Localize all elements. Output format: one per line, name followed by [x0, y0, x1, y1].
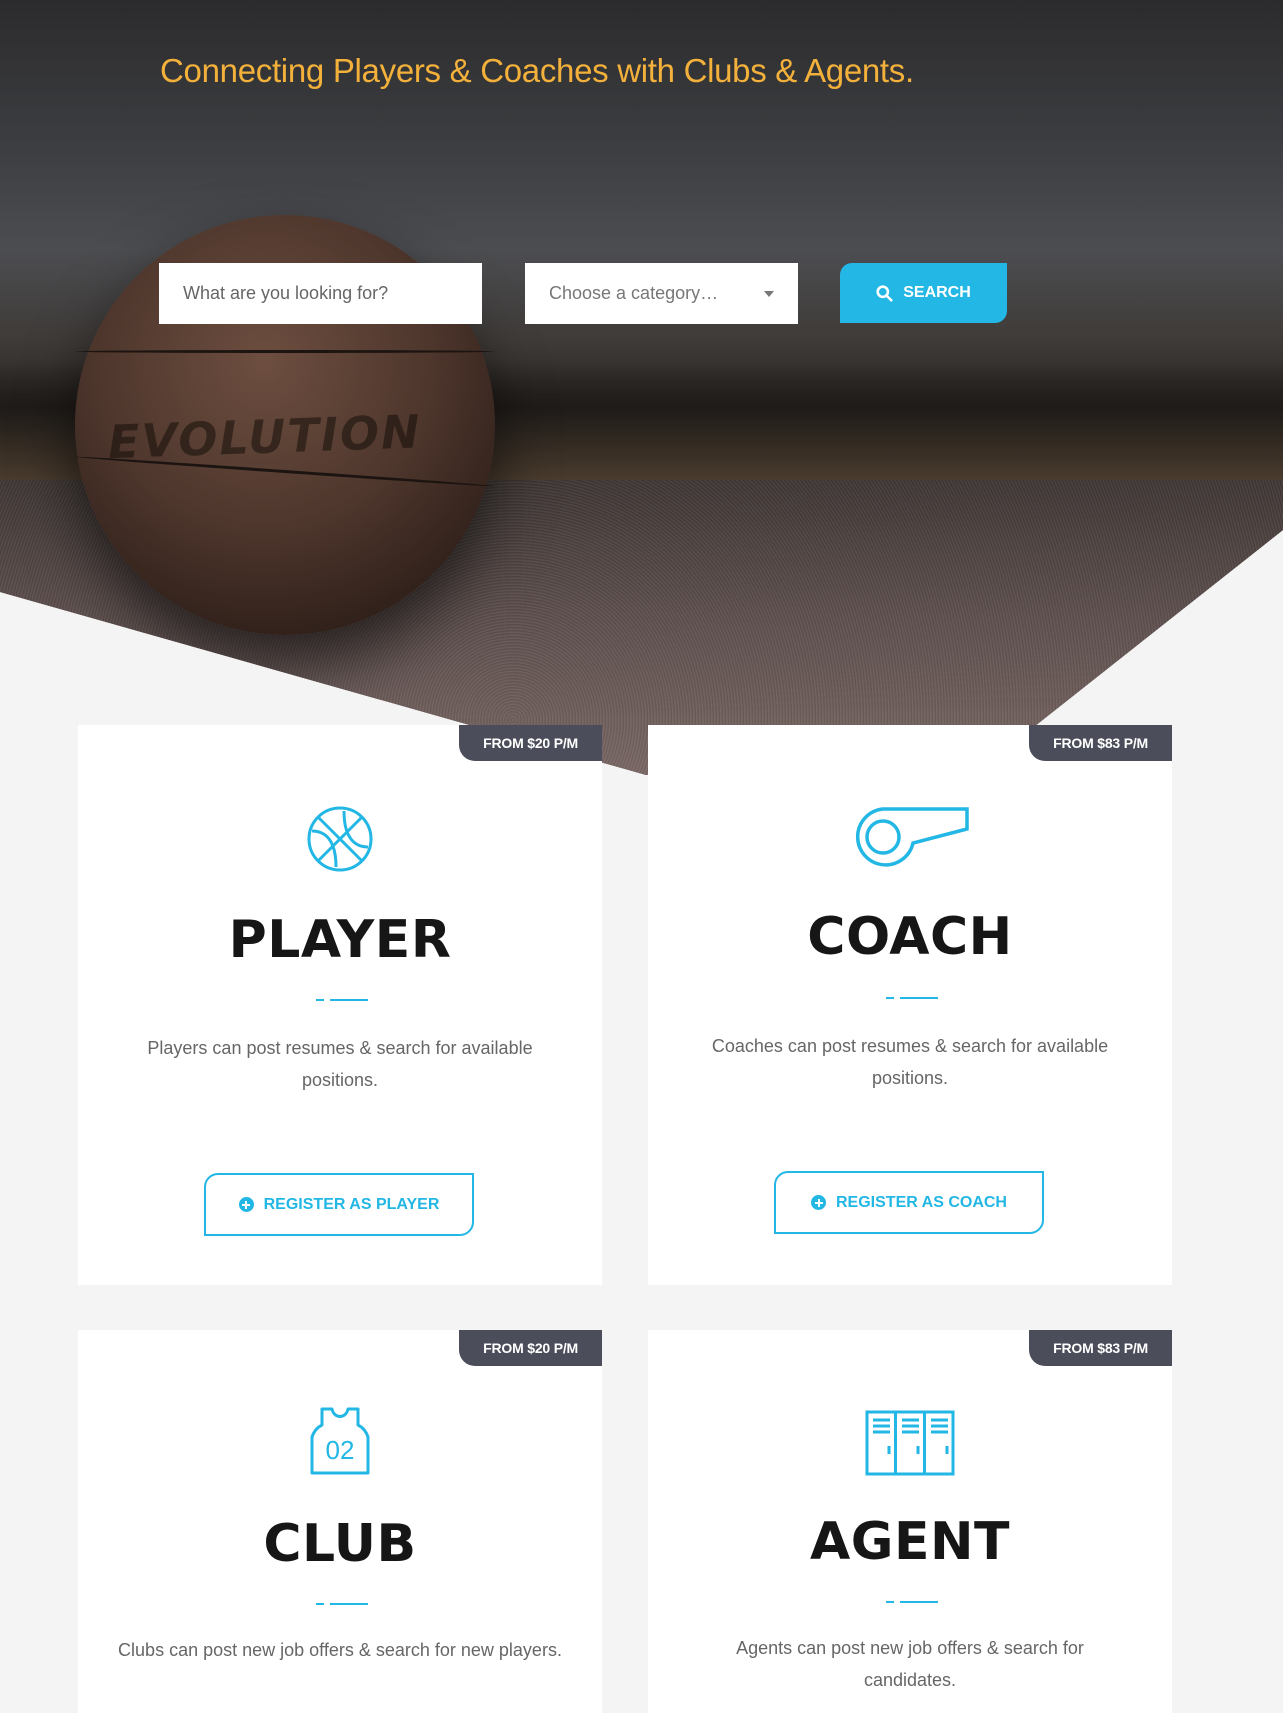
card-player: FROM $20 P/M PLAYER Players can post res… — [78, 725, 602, 1285]
whistle-icon — [648, 803, 1172, 873]
price-badge: FROM $20 P/M — [459, 1330, 602, 1366]
title-divider — [316, 999, 368, 1001]
lockers-icon — [648, 1410, 1172, 1476]
category-select[interactable]: Choose a category… — [525, 263, 798, 324]
card-title: PLAYER — [228, 910, 452, 970]
basketball-icon — [78, 805, 602, 873]
card-title: COACH — [807, 907, 1013, 967]
jersey-number: 02 — [326, 1435, 355, 1465]
title-divider — [886, 1601, 938, 1603]
register-player-button[interactable]: REGISTER AS PLAYER — [204, 1173, 474, 1236]
card-description: Players can post resumes & search for av… — [147, 1038, 533, 1090]
hero-title: Connecting Players & Coaches with Clubs … — [160, 52, 914, 89]
ball-brand-text: EVOLUTION — [107, 404, 423, 470]
jersey-icon: 02 — [78, 1407, 602, 1475]
register-coach-button[interactable]: REGISTER AS COACH — [774, 1171, 1044, 1234]
register-button-label: REGISTER AS PLAYER — [263, 1195, 440, 1213]
plus-circle-icon — [238, 1197, 254, 1212]
search-button-label: SEARCH — [903, 284, 971, 301]
category-select-label: Choose a category… — [549, 283, 719, 303]
title-divider — [316, 1603, 368, 1605]
card-description: Clubs can post new job offers & search f… — [118, 1640, 562, 1660]
card-description: Agents can post new job offers & search … — [736, 1638, 1084, 1690]
search-input[interactable] — [159, 263, 482, 324]
register-button-label: REGISTER AS COACH — [836, 1193, 1007, 1211]
card-club: FROM $20 P/M 02 CLUB Clubs can post new … — [78, 1330, 602, 1713]
caret-down-icon — [764, 290, 774, 297]
card-title: CLUB — [263, 1514, 417, 1574]
hero-section: EVOLUTION — [0, 0, 1283, 775]
card-description: Coaches can post resumes & search for av… — [711, 1036, 1109, 1088]
search-icon — [876, 284, 893, 302]
search-button[interactable]: SEARCH — [840, 263, 1007, 323]
card-title: AGENT — [810, 1512, 1010, 1572]
title-divider — [886, 997, 938, 999]
card-agent: FROM $83 P/M AGENT Agents can post new j… — [648, 1330, 1172, 1713]
price-badge: FROM $20 P/M — [459, 725, 602, 761]
card-coach: FROM $83 P/M COACH Coaches can post resu… — [648, 725, 1172, 1285]
plus-circle-icon — [811, 1195, 826, 1210]
price-badge: FROM $83 P/M — [1029, 1330, 1172, 1366]
price-badge: FROM $83 P/M — [1029, 725, 1172, 761]
